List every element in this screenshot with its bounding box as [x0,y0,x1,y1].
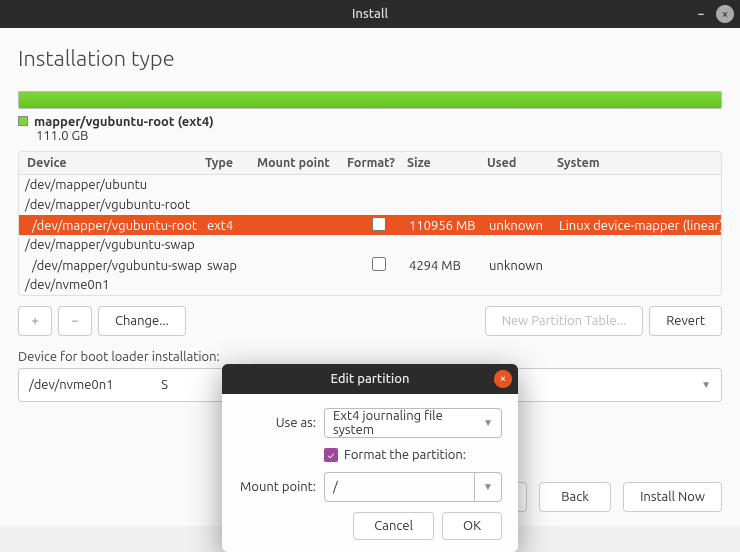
format-checkbox[interactable] [372,217,386,231]
use-as-label: Use as: [238,416,316,430]
col-mount: Mount point [257,156,347,170]
minimize-button[interactable]: − [692,5,710,23]
partition-legend: mapper/vgubuntu-root (ext4) [18,115,722,129]
table-row[interactable]: /dev/mapper/vgubuntu-rootext4110956 MBun… [19,215,721,235]
table-row[interactable]: /dev/nvme0n1 [19,275,721,295]
bootloader-label: Device for boot loader installation: [18,350,722,364]
dialog-close-button[interactable]: × [494,370,512,388]
dialog-title: Edit partition [331,372,410,386]
install-now-button[interactable]: Install Now [623,482,722,512]
table-row[interactable]: /dev/mapper/ubuntu [19,175,721,195]
legend-partition-size: 111.0 GB [36,129,88,143]
col-device: Device [27,156,205,170]
ok-button[interactable]: OK [442,512,502,540]
titlebar: Install − × [0,0,740,28]
cancel-button[interactable]: Cancel [353,512,434,540]
change-partition-button[interactable]: Change... [98,306,186,336]
close-button[interactable]: × [716,5,734,23]
dialog-titlebar: Edit partition × [222,364,518,394]
chevron-down-icon: ▼ [701,379,711,391]
col-format: Format? [347,156,407,170]
partition-toolbar: + − Change... New Partition Table... Rev… [18,306,722,336]
col-system: System [557,156,713,170]
use-as-select[interactable]: Ext4 journaling file system ▼ [324,408,502,438]
format-label: Format the partition: [344,448,466,462]
back-button[interactable]: Back [539,482,611,512]
col-size: Size [407,156,487,170]
mount-point-combo[interactable]: / ▼ [324,472,502,502]
table-row[interactable]: /dev/mapper/vgubuntu-root [19,195,721,215]
window-title: Install [352,7,388,21]
revert-button[interactable]: Revert [649,306,722,336]
format-checkbox[interactable]: ✓ [324,448,338,462]
table-row[interactable]: /dev/mapper/vgubuntu-swap [19,235,721,255]
edit-partition-dialog: Edit partition × Use as: Ext4 journaling… [222,364,518,552]
partition-usage-bar [18,91,722,109]
chevron-down-icon[interactable]: ▼ [474,472,502,502]
partition-table: Device Type Mount point Format? Size Use… [18,151,722,296]
remove-partition-button[interactable]: − [58,306,92,336]
table-row[interactable]: /dev/mapper/vgubuntu-swapswap4294 MBunkn… [19,255,721,275]
use-as-value: Ext4 journaling file system [333,409,483,437]
bootloader-serial: S [161,378,168,392]
legend-color-swatch [18,116,28,126]
col-used: Used [487,156,557,170]
page-title: Installation type [18,46,722,71]
mount-point-value[interactable]: / [324,472,474,502]
bootloader-device: /dev/nvme0n1 [29,378,113,392]
chevron-down-icon: ▼ [483,417,493,429]
add-partition-button[interactable]: + [18,306,52,336]
new-partition-table-button[interactable]: New Partition Table... [485,306,644,336]
mount-point-label: Mount point: [238,480,316,494]
col-type: Type [205,156,257,170]
legend-partition-name: mapper/vgubuntu-root (ext4) [34,115,214,129]
format-checkbox[interactable] [372,257,386,271]
table-header: Device Type Mount point Format? Size Use… [19,152,721,175]
